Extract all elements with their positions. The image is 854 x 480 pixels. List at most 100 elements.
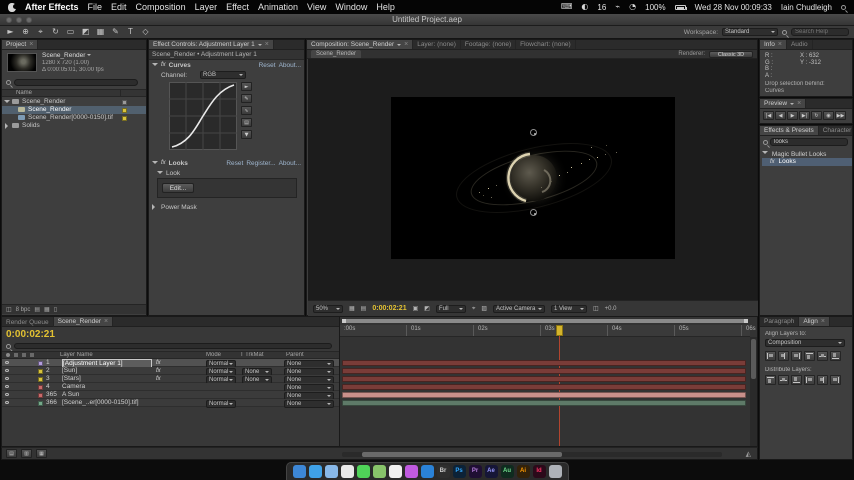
snapshot-icon[interactable]: ▣ — [413, 305, 419, 312]
current-time-indicator-handle[interactable] — [556, 325, 563, 336]
effect-looks-name[interactable]: Looks — [169, 160, 188, 167]
layer-row-366[interactable]: 366 [Scene_..er[0000-0150].tif] Normal N… — [2, 399, 339, 408]
photos-icon[interactable] — [340, 465, 354, 478]
align-left-button[interactable] — [765, 351, 776, 361]
bridge-icon[interactable]: Br — [436, 465, 450, 478]
camera-tool-icon[interactable]: ▭ — [65, 27, 76, 37]
curves-about-button[interactable]: About... — [279, 62, 301, 69]
time-ruler[interactable]: :00s 01s 02s 03s 04s 05s 06s — [340, 325, 756, 337]
layer-name[interactable]: Camera — [62, 383, 152, 391]
bluetooth-icon[interactable]: ⌁ — [615, 0, 620, 14]
trash-icon[interactable] — [548, 465, 562, 478]
premiere-icon[interactable]: Pr — [468, 465, 482, 478]
character-tab[interactable]: Character — [819, 126, 852, 135]
layer-duration-bar[interactable] — [342, 376, 746, 382]
layer-duration-bar[interactable] — [342, 368, 746, 374]
layer-name[interactable]: [Stars] — [62, 375, 152, 383]
loop-button[interactable]: ↻ — [811, 111, 822, 120]
paragraph-tab[interactable]: Paragraph — [760, 317, 800, 326]
maps-icon[interactable] — [372, 465, 386, 478]
pen-tool-icon[interactable]: ✎ — [110, 27, 121, 37]
camera-point-of-interest-handle[interactable] — [530, 129, 537, 136]
curves-graph[interactable] — [169, 82, 237, 150]
eye-icon[interactable] — [5, 393, 9, 396]
effect-curves-name[interactable]: Curves — [169, 62, 191, 69]
column-layer-name[interactable]: Layer Name — [60, 352, 93, 358]
project-row-folder[interactable]: Scene_Render — [2, 98, 146, 106]
info-tab[interactable]: Info × — [760, 40, 787, 49]
type-tool-icon[interactable]: T — [125, 27, 136, 37]
eye-icon[interactable] — [5, 385, 9, 388]
parent-dropdown[interactable]: None — [284, 400, 334, 408]
composition-panel-tab[interactable]: Composition: Scene_Render × — [307, 40, 414, 49]
menu-file[interactable]: File — [88, 2, 103, 12]
next-frame-button[interactable]: ▶| — [799, 111, 810, 120]
label-chip[interactable] — [38, 360, 43, 366]
app-store-icon[interactable] — [420, 465, 434, 478]
time-machine-icon[interactable]: ◐ — [581, 0, 588, 14]
calendar-icon[interactable] — [388, 465, 402, 478]
itunes-icon[interactable] — [404, 465, 418, 478]
eye-icon[interactable] — [5, 377, 9, 380]
menu-help[interactable]: Help — [376, 2, 395, 12]
layer-row-365[interactable]: 365 A Sun None — [2, 391, 339, 400]
fx-badge-icon[interactable]: fx — [156, 375, 161, 383]
expand-layer-switches-icon[interactable]: ▤ — [6, 449, 17, 458]
layer-name[interactable]: [Sun] — [62, 367, 152, 375]
timeline-search-input[interactable] — [14, 343, 332, 349]
looks-reset-button[interactable]: Reset — [226, 160, 243, 167]
mail-icon[interactable] — [324, 465, 338, 478]
eye-icon[interactable] — [5, 401, 9, 404]
finder-icon[interactable] — [292, 465, 306, 478]
menu-layer[interactable]: Layer — [195, 2, 218, 12]
pixel-aspect-icon[interactable]: ◫ — [593, 305, 599, 312]
curves-pencil-tool-icon[interactable]: ✎ — [241, 94, 252, 103]
brush-tool-icon[interactable]: ◇ — [140, 27, 151, 37]
timeline-timecode[interactable]: 0:00:02:21 — [6, 329, 55, 340]
channel-dropdown[interactable]: RGB — [200, 71, 247, 79]
layer-duration-bar[interactable] — [342, 360, 746, 366]
curves-reset-button[interactable]: Reset — [259, 62, 276, 69]
audio-button[interactable]: ◉ — [823, 111, 834, 120]
label-chip[interactable] — [38, 384, 43, 390]
align-top-button[interactable] — [804, 351, 815, 361]
distribute-bottom-button[interactable] — [791, 375, 802, 385]
grid-options-icon[interactable]: ▦ — [349, 305, 355, 312]
spotlight-icon[interactable] — [841, 4, 846, 10]
resolution-dropdown[interactable]: Full — [435, 304, 466, 313]
looks-register-button[interactable]: Register... — [246, 160, 275, 167]
indesign-icon[interactable]: Id — [532, 465, 546, 478]
column-trkmat[interactable]: T TrkMat — [240, 352, 264, 358]
layer-duration-bar[interactable] — [342, 392, 746, 398]
align-right-button[interactable] — [791, 351, 802, 361]
menubar-user[interactable]: Iain Chudleigh — [781, 3, 832, 12]
help-search-input[interactable] — [791, 28, 849, 36]
distribute-vertical-center-button[interactable] — [778, 375, 789, 385]
window-minimize-button[interactable] — [16, 17, 22, 23]
camera-position-handle[interactable] — [530, 209, 537, 216]
mode-dropdown[interactable]: Normal — [206, 400, 236, 408]
menu-edit[interactable]: Edit — [111, 2, 127, 12]
mask-tool-icon[interactable]: ▦ — [95, 27, 106, 37]
menu-window[interactable]: Window — [335, 2, 367, 12]
window-titlebar[interactable]: Untitled Project.aep — [0, 14, 854, 26]
align-target-dropdown[interactable]: Composition — [765, 339, 845, 347]
menubar-clock[interactable]: Wed 28 Nov 00:09:33 — [695, 3, 772, 12]
align-horizontal-center-button[interactable] — [778, 351, 789, 361]
align-tab[interactable]: Align × — [799, 317, 830, 326]
window-zoom-button[interactable] — [26, 17, 32, 23]
align-bottom-button[interactable] — [830, 351, 841, 361]
composition-view-tab[interactable]: Scene_Render — [311, 50, 362, 58]
label-chip[interactable] — [38, 400, 43, 406]
render-queue-tab[interactable]: Render Queue — [2, 317, 54, 327]
layer-panel-tab[interactable]: Layer: (none) — [413, 40, 461, 49]
layer-name[interactable]: [Scene_..er[0000-0150].tif] — [62, 399, 152, 407]
fx-badge-icon[interactable]: fx — [156, 367, 161, 375]
menu-effect[interactable]: Effect — [226, 2, 249, 12]
look-edit-button[interactable]: Edit... — [162, 183, 194, 193]
layer-row-4[interactable]: 4 Camera None — [2, 383, 339, 392]
distribute-left-button[interactable] — [804, 375, 815, 385]
battery-icon[interactable] — [674, 4, 687, 10]
layer-duration-bar[interactable] — [342, 400, 746, 406]
status-count[interactable]: 16 — [597, 3, 606, 12]
